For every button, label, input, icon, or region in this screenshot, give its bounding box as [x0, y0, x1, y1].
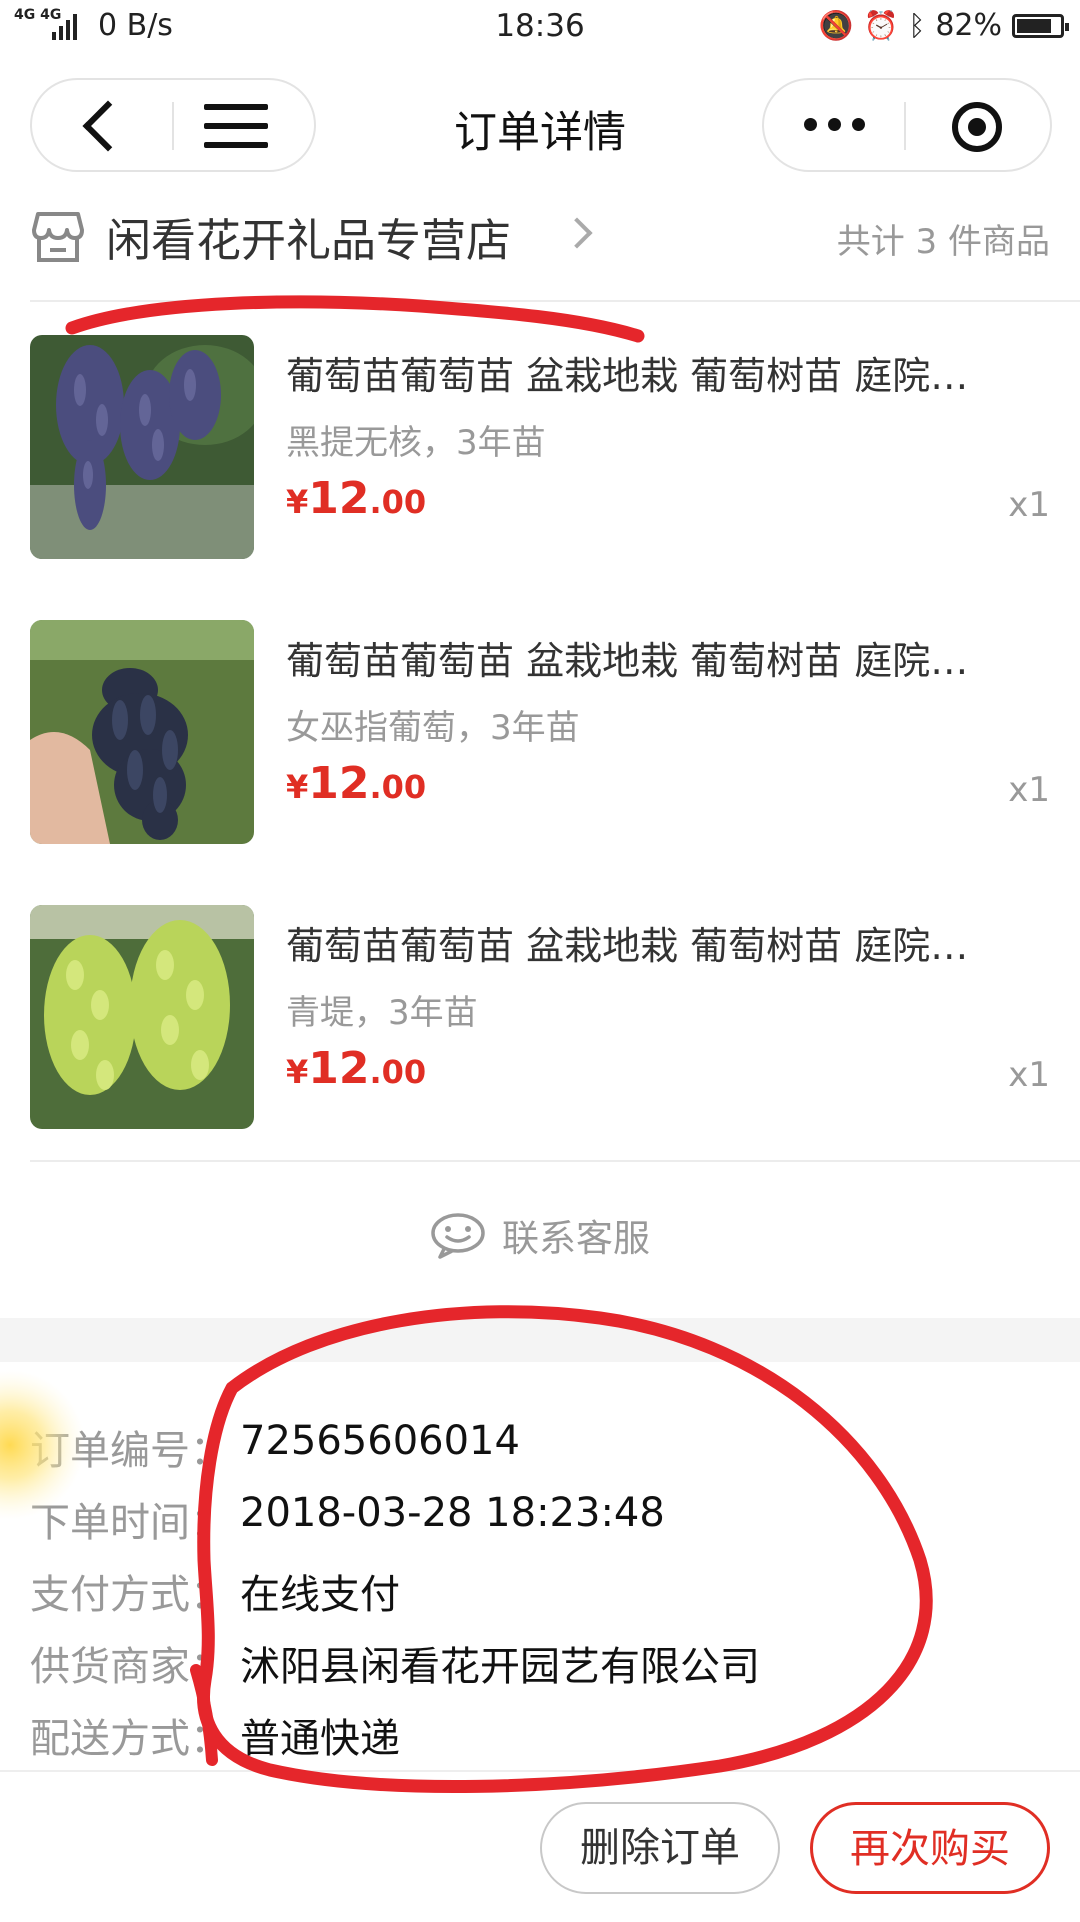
chevron-right-icon[interactable]	[561, 217, 593, 249]
more-icon[interactable]	[804, 118, 865, 131]
product-spec: 女巫指葡萄，3年苗	[286, 708, 580, 748]
shop-name[interactable]: 闲看花开礼品专营店	[106, 204, 511, 269]
product-quantity: x1	[1008, 485, 1050, 525]
payment-method-value: 在线支付	[240, 1572, 400, 1618]
product-image[interactable]	[30, 335, 254, 559]
order-number-value: 72565606014	[240, 1418, 520, 1464]
order-number-label: 订单编号：	[30, 1428, 230, 1474]
product-spec: 青堤，3年苗	[286, 993, 478, 1033]
product-item[interactable]: 葡萄苗葡萄苗 盆栽地栽 葡萄树苗 庭院… 青堤，3年苗 ¥12.00 x1	[30, 905, 1050, 1129]
close-miniprogram-icon[interactable]	[952, 102, 1002, 152]
delete-order-button[interactable]: 删除订单	[540, 1802, 780, 1894]
price-decimal: .00	[369, 768, 427, 806]
product-item[interactable]: 葡萄苗葡萄苗 盆栽地栽 葡萄树苗 庭院… 黑提无核，3年苗 ¥12.00 x1	[30, 335, 1050, 559]
nav-right-capsule	[762, 78, 1052, 172]
product-price: ¥12.00	[286, 758, 426, 809]
price-integer: 12	[308, 473, 370, 524]
customer-service-icon	[431, 1213, 485, 1259]
contact-service-button[interactable]: 联系客服	[0, 1208, 1080, 1268]
product-price: ¥12.00	[286, 473, 426, 524]
section-gap	[0, 1318, 1080, 1362]
bluetooth-icon: ᛒ	[908, 9, 926, 42]
divider	[30, 300, 1080, 302]
price-currency: ¥	[286, 483, 309, 521]
delivery-method-value: 普通快递	[240, 1716, 400, 1762]
item-count: 共计 3 件商品	[836, 222, 1050, 262]
product-title: 葡萄苗葡萄苗 盆栽地栽 葡萄树苗 庭院…	[286, 639, 969, 683]
annotation-underline	[65, 295, 645, 343]
order-time-label: 下单时间：	[30, 1500, 230, 1546]
battery-icon	[1012, 13, 1069, 38]
price-integer: 12	[308, 758, 370, 809]
product-image[interactable]	[30, 620, 254, 844]
status-icons: 🔕 ⏰ ᛒ 82%	[818, 8, 1069, 43]
product-item[interactable]: 葡萄苗葡萄苗 盆栽地栽 葡萄树苗 庭院… 女巫指葡萄，3年苗 ¥12.00 x1	[30, 620, 1050, 844]
product-title: 葡萄苗葡萄苗 盆栽地栽 葡萄树苗 庭院…	[286, 924, 969, 968]
product-quantity: x1	[1008, 1055, 1050, 1095]
divider	[30, 1160, 1080, 1162]
supplier-value: 沭阳县闲看花开园艺有限公司	[240, 1644, 760, 1690]
product-image[interactable]	[30, 905, 254, 1129]
status-bar: 4G 4G 0 B/s 18:36 🔕 ⏰ ᛒ 82%	[0, 0, 1080, 56]
product-title: 葡萄苗葡萄苗 盆栽地栽 葡萄树苗 庭院…	[286, 354, 969, 398]
price-integer: 12	[308, 1043, 370, 1094]
alarm-icon: ⏰	[863, 9, 899, 42]
delivery-method-label: 配送方式：	[30, 1716, 230, 1762]
mute-bell-icon: 🔕	[818, 9, 854, 42]
price-decimal: .00	[369, 483, 427, 521]
battery-percent: 82%	[935, 8, 1002, 43]
price-currency: ¥	[286, 1053, 309, 1091]
order-time-value: 2018-03-28 18:23:48	[240, 1490, 665, 1536]
store-icon	[32, 212, 84, 262]
payment-method-label: 支付方式：	[30, 1572, 230, 1618]
price-currency: ¥	[286, 768, 309, 806]
contact-service-label[interactable]: 联系客服	[502, 1208, 650, 1262]
product-spec: 黑提无核，3年苗	[286, 423, 546, 463]
supplier-label: 供货商家：	[30, 1644, 230, 1690]
bottom-action-bar: 删除订单 再次购买	[0, 1770, 1080, 1922]
product-price: ¥12.00	[286, 1043, 426, 1094]
buy-again-button[interactable]: 再次购买	[810, 1802, 1050, 1894]
product-quantity: x1	[1008, 770, 1050, 810]
shop-header[interactable]: 闲看花开礼品专营店 共计 3 件商品	[30, 200, 1050, 276]
capsule-divider	[904, 102, 906, 150]
price-decimal: .00	[369, 1053, 427, 1091]
